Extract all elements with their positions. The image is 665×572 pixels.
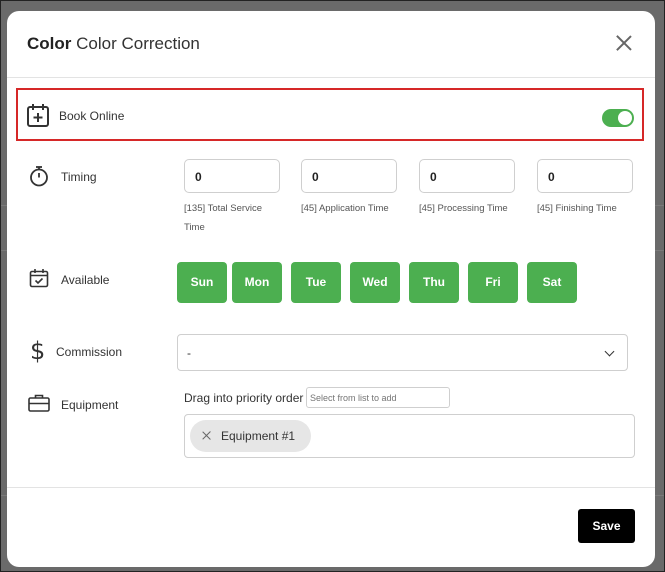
screenshot-frame: [0, 0, 665, 572]
